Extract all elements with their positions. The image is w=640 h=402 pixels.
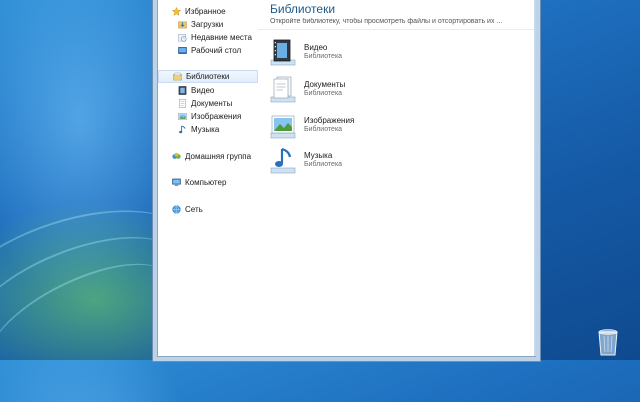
nav-item-video[interactable]: Видео [178,84,214,97]
video-library-icon [270,39,296,66]
music-library-icon [270,147,296,174]
homegroup-icon [172,152,181,159]
music-library-icon [179,125,186,134]
nav-homegroup[interactable]: Домашняя группа [172,150,251,163]
nav-item-desktop[interactable]: Рабочий стол [178,44,241,57]
nav-item-label: Видео [191,86,215,95]
documents-library-icon [270,76,296,103]
nav-item-pictures[interactable]: Изображения [178,110,241,123]
nav-computer[interactable]: Компьютер [172,176,226,189]
nav-favorites[interactable]: Избранное [172,5,226,18]
content-edge [534,0,536,356]
nav-item-music[interactable]: Музыка [178,123,219,136]
nav-item-documents[interactable]: Документы [178,97,232,110]
nav-network[interactable]: Сеть [172,203,203,216]
documents-library-icon [179,99,186,108]
library-item-documents[interactable]: Документы Библиотека [268,75,398,109]
library-text: Видео Библиотека [304,38,342,60]
downloads-folder-icon [178,21,187,29]
nav-item-downloads[interactable]: Загрузки [178,18,223,31]
explorer-window: Избранное Загрузки Недавние места Рабочи… [152,0,541,362]
content-pane: Библиотеки Откройте библиотеку, чтобы пр… [258,0,536,356]
page-subtitle: Откройте библиотеку, чтобы просмотреть ф… [270,18,503,25]
library-item-video[interactable]: Видео Библиотека [268,38,398,72]
nav-computer-label: Компьютер [185,178,227,187]
library-name: Изображения [304,116,355,125]
nav-libraries[interactable]: Библиотеки [158,70,258,83]
network-icon [172,205,181,214]
nav-item-recent-places[interactable]: Недавние места [178,31,252,44]
recent-places-icon [178,34,187,42]
library-item-pictures[interactable]: Изображения Библиотека [268,111,398,145]
nav-item-label: Рабочий стол [191,46,242,55]
page-title: Библиотеки [270,2,336,16]
video-library-icon [178,86,187,95]
navigation-pane: Избранное Загрузки Недавние места Рабочи… [158,0,259,356]
star-icon [172,7,181,16]
computer-icon [172,178,181,187]
nav-item-label: Недавние места [191,33,252,42]
desktop-icon [178,47,187,54]
nav-item-label: Документы [191,99,233,108]
recycle-bin-icon[interactable] [596,326,620,356]
pictures-library-icon [178,113,187,120]
library-text: Музыка Библиотека [304,146,342,168]
nav-libraries-label: Библиотеки [186,72,230,81]
library-text: Изображения Библиотека [304,111,354,133]
nav-favorites-label: Избранное [185,7,226,16]
library-item-music[interactable]: Музыка Библиотека [268,146,398,180]
nav-item-label: Загрузки [191,20,224,29]
explorer-body: Избранное Загрузки Недавние места Рабочи… [157,0,536,357]
libraries-icon [173,72,182,81]
library-name: Документы [304,80,346,89]
header-divider [258,29,535,30]
library-name: Видео [304,43,328,52]
library-type: Библиотека [304,126,343,133]
pictures-library-icon [270,115,296,139]
library-text: Документы Библиотека [304,75,345,97]
nav-homegroup-label: Домашняя группа [185,152,252,161]
library-type: Библиотека [304,53,343,60]
library-name: Музыка [304,151,333,160]
nav-network-label: Сеть [185,205,203,214]
library-type: Библиотека [304,90,343,97]
nav-item-label: Музыка [191,125,220,134]
library-type: Библиотека [304,161,343,168]
nav-item-label: Изображения [191,112,242,121]
